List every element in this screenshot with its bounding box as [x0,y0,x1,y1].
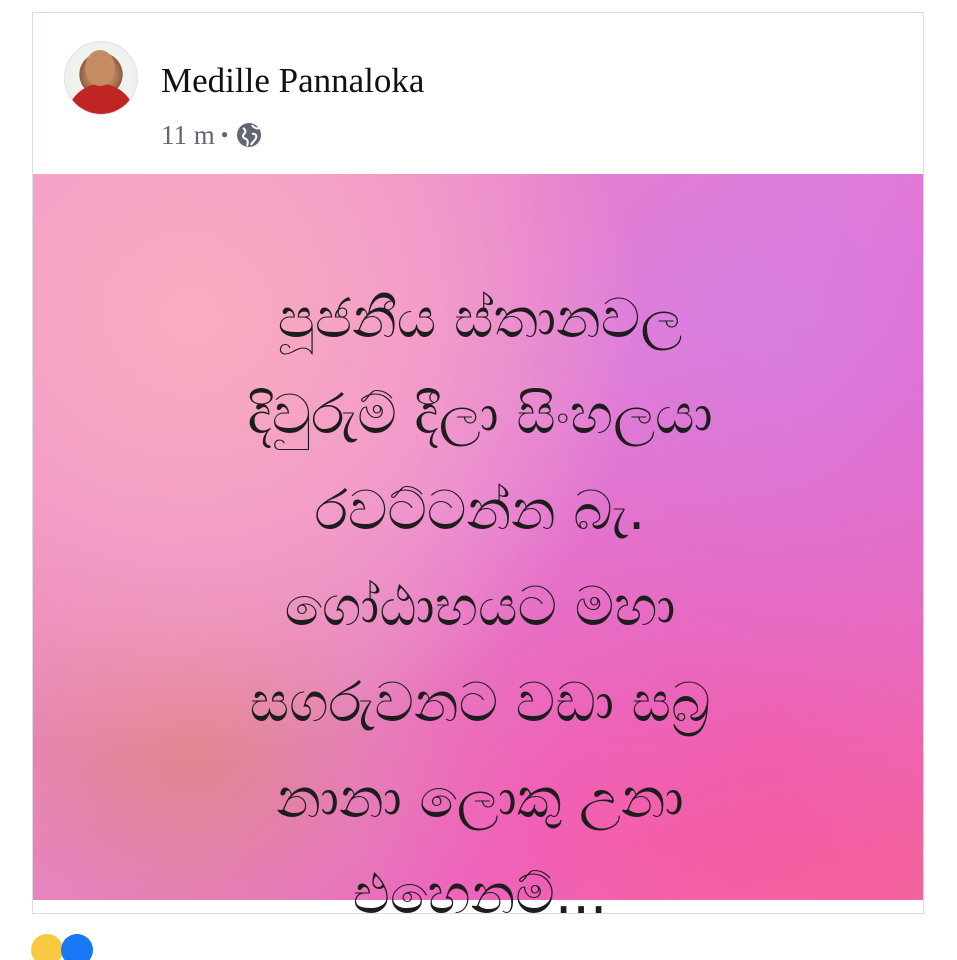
facebook-post-screenshot: Medille Pannaloka 11 m • පූජනීය ස්තානවල … [0,0,957,960]
avatar-robe-shape [67,84,135,114]
author-name[interactable]: Medille Pannaloka [161,60,424,102]
haha-reaction-icon[interactable] [31,934,63,960]
avatar-head-shape [85,50,115,86]
post-time[interactable]: 11 m [161,120,215,151]
post-header: Medille Pannaloka 11 m • [33,13,923,174]
meta-separator: • [220,122,229,147]
post-meta: 11 m • [161,117,264,153]
post-message: පූජනීය ස්තානවල දිවුරුම් දීලා සිංහලයා රවට… [247,286,713,926]
globe-icon[interactable] [234,120,264,150]
like-reaction-icon[interactable] [61,934,93,960]
reaction-bar [0,914,957,960]
author-avatar[interactable] [64,41,138,115]
